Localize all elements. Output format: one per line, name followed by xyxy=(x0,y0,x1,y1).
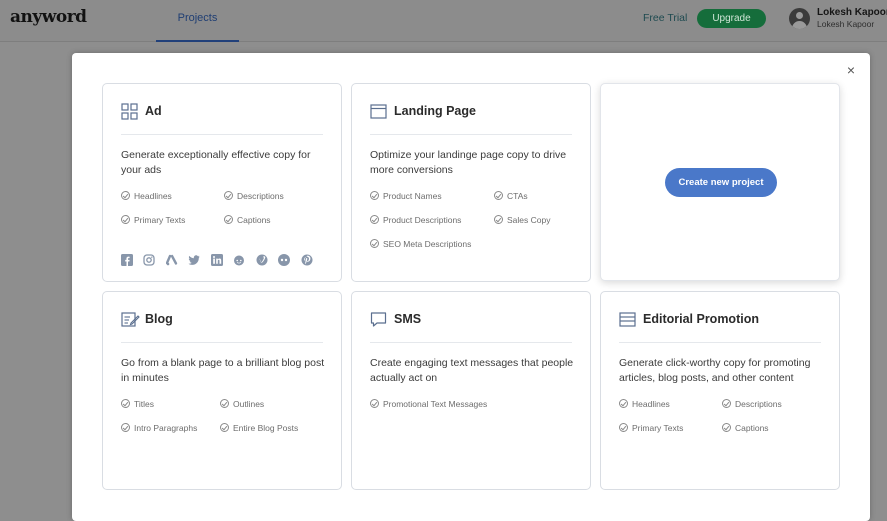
feature-item: Titles xyxy=(121,399,154,409)
check-circle-icon xyxy=(220,399,229,408)
linkedin-icon xyxy=(210,253,223,266)
instagram-icon xyxy=(143,253,156,266)
user-name[interactable]: Lokesh Kapoor xyxy=(817,7,887,18)
card-header: Landing Page xyxy=(370,103,572,135)
check-circle-icon xyxy=(619,399,628,408)
feature-item: Headlines xyxy=(619,399,670,409)
check-circle-icon xyxy=(370,215,379,224)
pinterest-icon xyxy=(301,253,313,266)
check-circle-icon xyxy=(121,215,130,224)
project-card-editorial-promotion[interactable]: Editorial Promotion Generate click-worth… xyxy=(600,291,840,490)
card-description: Generate click-worthy copy for promoting… xyxy=(619,357,811,384)
check-circle-icon xyxy=(121,191,130,200)
feature-item: SEO Meta Descriptions xyxy=(370,239,471,249)
check-circle-icon xyxy=(370,239,379,248)
project-card-landing-page[interactable]: Landing Page Optimize your landinge page… xyxy=(351,83,591,282)
check-circle-icon xyxy=(224,191,233,200)
feature-item: Product Descriptions xyxy=(370,215,461,225)
card-description: Optimize your landinge page copy to driv… xyxy=(370,149,567,176)
card-description: Generate exceptionally effective copy fo… xyxy=(121,149,311,176)
feature-item: Descriptions xyxy=(224,191,284,201)
check-circle-icon xyxy=(619,423,628,432)
check-circle-icon xyxy=(494,191,503,200)
feature-item: Captions xyxy=(722,423,769,433)
card-header: Editorial Promotion xyxy=(619,311,821,343)
create-project-card: Create new project xyxy=(600,83,840,281)
browser-window-icon xyxy=(370,104,387,119)
check-circle-icon xyxy=(220,423,229,432)
card-title: Ad xyxy=(145,104,162,118)
check-circle-icon xyxy=(494,215,503,224)
vimeo-icon xyxy=(256,253,268,266)
project-card-blog[interactable]: Blog Go from a blank page to a brilliant… xyxy=(102,291,342,490)
check-circle-icon xyxy=(224,215,233,224)
card-title: Editorial Promotion xyxy=(643,312,759,326)
grid-icon xyxy=(121,103,138,120)
google-ads-icon xyxy=(165,253,178,266)
feature-item: Product Names xyxy=(370,191,442,201)
feature-item: Promotional Text Messages xyxy=(370,399,487,409)
check-circle-icon xyxy=(121,399,130,408)
feature-item: Entire Blog Posts xyxy=(220,423,298,433)
card-header: Ad xyxy=(121,103,323,135)
social-icons-row xyxy=(121,250,319,266)
tiktok-icon xyxy=(278,253,291,266)
check-circle-icon xyxy=(121,423,130,432)
tab-projects[interactable]: Projects xyxy=(156,0,239,42)
card-title: Blog xyxy=(145,312,173,326)
upgrade-button[interactable]: Upgrade xyxy=(697,9,766,28)
check-circle-icon xyxy=(722,399,731,408)
card-description: Go from a blank page to a brilliant blog… xyxy=(121,357,325,384)
avatar[interactable] xyxy=(789,8,810,29)
document-edit-icon xyxy=(121,312,140,327)
card-title: SMS xyxy=(394,312,422,326)
feature-item: CTAs xyxy=(494,191,528,201)
feature-item: Captions xyxy=(224,215,271,225)
feature-item: Primary Texts xyxy=(619,423,683,433)
feature-item: Primary Texts xyxy=(121,215,185,225)
feature-item: Sales Copy xyxy=(494,215,550,225)
logo[interactable]: anyword xyxy=(10,7,87,27)
project-card-sms[interactable]: SMS Create engaging text messages that p… xyxy=(351,291,591,490)
close-icon[interactable]: × xyxy=(844,63,858,77)
project-card-ad[interactable]: Ad Generate exceptionally effective copy… xyxy=(102,83,342,282)
facebook-icon xyxy=(121,253,133,266)
reddit-icon xyxy=(233,253,245,266)
card-title: Landing Page xyxy=(394,104,476,118)
check-circle-icon xyxy=(722,423,731,432)
user-account-name: Lokesh Kapoor xyxy=(817,19,875,29)
twitter-icon xyxy=(188,253,200,265)
top-bar: anyword Projects Free Trial Upgrade Loke… xyxy=(0,0,887,42)
check-circle-icon xyxy=(370,191,379,200)
card-header: Blog xyxy=(121,311,323,343)
feature-item: Intro Paragraphs xyxy=(121,423,197,433)
layout-icon xyxy=(619,312,636,327)
feature-item: Headlines xyxy=(121,191,172,201)
card-description: Create engaging text messages that peopl… xyxy=(370,357,574,384)
new-project-modal: × Ad Generate exceptionally effective co… xyxy=(72,53,870,521)
chat-bubble-icon xyxy=(370,312,387,327)
free-trial-label: Free Trial xyxy=(643,12,688,24)
feature-item: Descriptions xyxy=(722,399,782,409)
card-header: SMS xyxy=(370,311,572,343)
check-circle-icon xyxy=(370,399,379,408)
feature-item: Outlines xyxy=(220,399,264,409)
create-new-project-button[interactable]: Create new project xyxy=(665,168,777,197)
